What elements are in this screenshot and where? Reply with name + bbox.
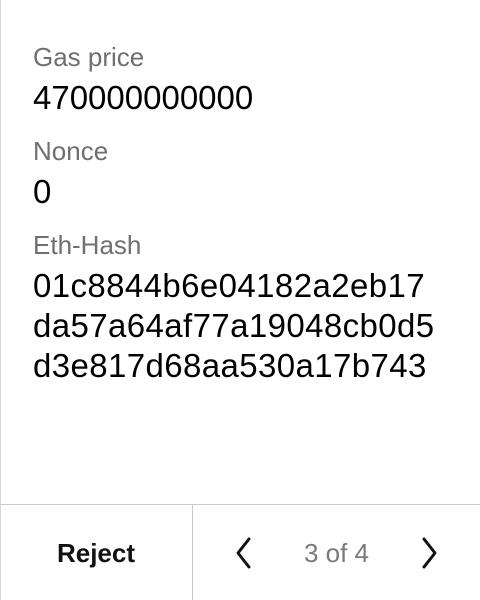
next-button[interactable] xyxy=(414,533,444,573)
gas-price-field: Gas price 470000000000 xyxy=(33,40,463,118)
action-footer: Reject 3 of 4 xyxy=(0,504,480,600)
transaction-review-screen: Gas price 470000000000 Nonce 0 Eth-Hash … xyxy=(0,0,480,600)
transaction-details: Gas price 470000000000 Nonce 0 Eth-Hash … xyxy=(33,40,463,402)
gas-price-label: Gas price xyxy=(33,42,145,72)
previous-button[interactable] xyxy=(229,533,259,573)
reject-button[interactable]: Reject xyxy=(0,505,193,600)
chevron-right-icon xyxy=(422,537,437,569)
gas-price-value: 470000000000 xyxy=(33,79,254,116)
chevron-left-icon xyxy=(236,537,251,569)
transaction-pager: 3 of 4 xyxy=(193,505,480,600)
page-indicator: 3 of 4 xyxy=(303,537,370,568)
nonce-value: 0 xyxy=(33,173,52,210)
eth-hash-label: Eth-Hash xyxy=(33,230,142,260)
eth-hash-field: Eth-Hash 01c8844b6e04182a2eb17da57a64af7… xyxy=(33,228,463,386)
nonce-field: Nonce 0 xyxy=(33,134,463,212)
nonce-label: Nonce xyxy=(33,136,109,166)
eth-hash-value: 01c8844b6e04182a2eb17da57a64af77a19048cb… xyxy=(33,267,435,384)
